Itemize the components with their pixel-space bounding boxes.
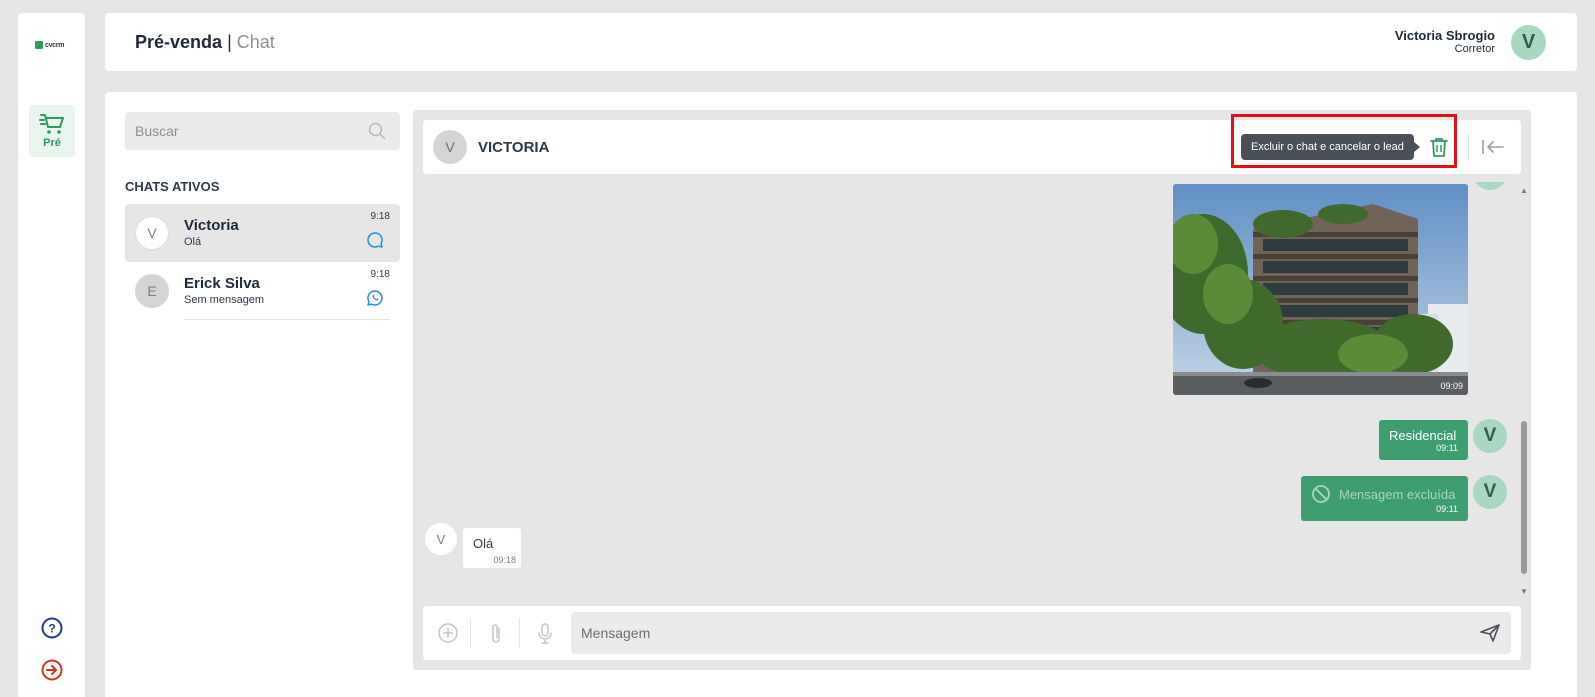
chat-contact-name: Victoria [184, 217, 239, 234]
list-divider [184, 319, 390, 320]
chat-contact-name: Erick Silva [184, 275, 260, 292]
search-icon[interactable] [368, 122, 386, 140]
message-text: Residencial [1389, 428, 1457, 443]
contact-name: VICTORIA [478, 139, 550, 156]
deleted-message-row: Mensagem excluída [1311, 484, 1458, 504]
top-header: Pré-venda | Chat Victoria Sbrogio Corret… [105, 13, 1577, 71]
user-name: Victoria Sbrogio [1394, 28, 1495, 43]
scroll-down-arrow[interactable]: ▼ [1520, 587, 1528, 596]
chat-icon [367, 232, 383, 248]
header-divider [1468, 134, 1469, 160]
message-text: Mensagem excluída [1339, 486, 1456, 502]
logo-text: cvcrm [45, 41, 65, 49]
attachment-icon[interactable] [487, 622, 505, 646]
message-time: 09:18 [493, 555, 516, 565]
nav-item-label: Pré [43, 137, 61, 149]
building-image [1173, 184, 1468, 395]
chat-avatar: V [135, 216, 169, 250]
main-content: CHATS ATIVOS V Victoria Olá 9:18 E Erick… [105, 92, 1577, 697]
message-time: 09:09 [1440, 381, 1463, 391]
composer-divider [519, 618, 520, 648]
message-composer [423, 606, 1521, 660]
incoming-avatar: V [425, 523, 457, 555]
add-circle-icon[interactable] [437, 622, 459, 644]
scroll-thumb[interactable] [1521, 421, 1527, 574]
nav-item-pre[interactable]: Pré [29, 105, 75, 157]
contact-avatar: V [433, 130, 467, 164]
user-role: Corretor [1454, 43, 1495, 55]
message-list: 09:09 Residencial 09:11 V Mensagem exclu… [413, 182, 1515, 582]
user-avatar[interactable]: V [1511, 25, 1546, 60]
logout-icon[interactable] [41, 659, 63, 686]
page-title: Pré-venda | Chat [135, 32, 275, 53]
image-message[interactable]: 09:09 [1173, 184, 1468, 395]
logo-mark [35, 41, 43, 49]
chat-preview: Sem mensagem [184, 294, 265, 306]
message-input[interactable] [581, 612, 1461, 654]
message-avatar: V [1473, 419, 1507, 453]
svg-text:?: ? [48, 622, 55, 636]
message-scrollbar[interactable]: ▲ ▼ [1519, 186, 1529, 596]
collapse-left-icon[interactable] [1481, 137, 1505, 157]
left-rail: cvcrm Pré ? [18, 13, 85, 697]
page-title-main: Pré-venda [135, 32, 223, 52]
help-icon[interactable]: ? [41, 617, 63, 644]
active-chats-heading: CHATS ATIVOS [125, 179, 220, 194]
message-text: Olá [473, 536, 494, 551]
search-input[interactable] [135, 112, 355, 150]
chat-time: 9:18 [370, 211, 390, 222]
cart-icon [39, 114, 64, 134]
user-info[interactable]: Victoria Sbrogio Corretor [1395, 28, 1495, 55]
incoming-message[interactable]: Olá 09:18 [463, 528, 521, 568]
outgoing-message[interactable]: Residencial 09:11 [1379, 420, 1468, 460]
chat-avatar: E [135, 274, 169, 308]
title-separator: | [227, 32, 232, 52]
page-subtitle: Chat [236, 32, 275, 52]
chat-list-item[interactable]: E Erick Silva Sem mensagem 9:18 [125, 262, 400, 320]
message-avatar: V [1473, 475, 1507, 509]
microphone-icon[interactable] [536, 622, 554, 646]
app-logo: cvcrm [35, 38, 69, 52]
deleted-message[interactable]: Mensagem excluída 09:11 [1301, 476, 1468, 521]
composer-divider [470, 618, 471, 648]
chat-preview: Olá [184, 236, 202, 248]
chat-header: V VICTORIA Excluir o chat e cancelar o l… [423, 114, 1521, 174]
trash-icon[interactable] [1429, 136, 1449, 158]
whatsapp-icon [367, 290, 383, 306]
chat-panel: V VICTORIA Excluir o chat e cancelar o l… [413, 110, 1531, 670]
delete-tooltip: Excluir o chat e cancelar o lead [1241, 134, 1420, 160]
message-field [571, 612, 1511, 654]
chat-time: 9:18 [370, 269, 390, 280]
chat-list-item[interactable]: V Victoria Olá 9:18 [125, 204, 400, 262]
message-time: 09:11 [1436, 443, 1458, 453]
search-box [125, 112, 400, 150]
send-icon[interactable] [1479, 623, 1501, 643]
message-time: 09:11 [1436, 504, 1458, 514]
blocked-icon [1312, 485, 1330, 503]
message-avatar [1473, 182, 1507, 190]
scroll-up-arrow[interactable]: ▲ [1520, 186, 1528, 195]
